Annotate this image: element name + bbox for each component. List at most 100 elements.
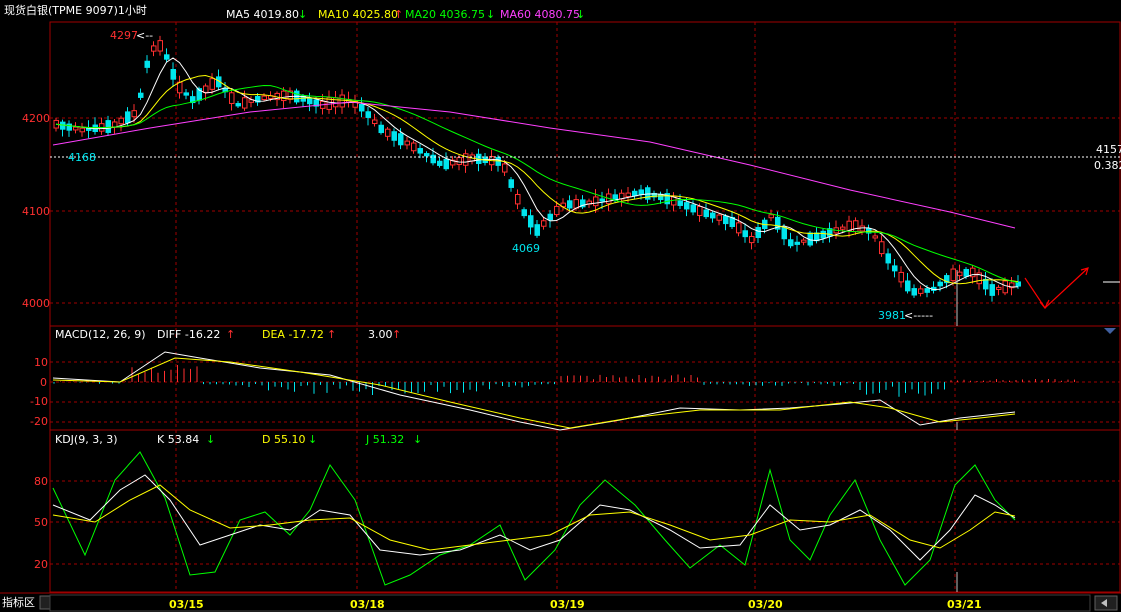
- candle-body: [144, 60, 150, 68]
- low-3981-label: 3981: [878, 309, 906, 322]
- kdj-d-label: D 55.10: [262, 433, 305, 446]
- candle-body: [593, 196, 599, 207]
- candle-body: [918, 288, 924, 294]
- kdj-tick-50: 50: [34, 516, 48, 529]
- candle-body: [534, 224, 540, 236]
- candle-body: [898, 271, 904, 283]
- candle-body: [170, 69, 176, 80]
- candle-body: [385, 128, 391, 137]
- candle-body: [378, 124, 384, 134]
- time-label-0318: 03/18: [350, 598, 385, 611]
- candle-body: [905, 280, 911, 292]
- candle-body: [424, 153, 430, 157]
- macd-dea-label: DEA -17.72: [262, 328, 324, 341]
- candle-body: [840, 226, 846, 230]
- kdj-tick-80: 80: [34, 475, 48, 488]
- kdj-k-line: [52, 474, 1016, 561]
- candle-body: [703, 209, 709, 218]
- candle-body: [125, 111, 131, 124]
- candle-body: [950, 268, 956, 282]
- candle-body: [66, 123, 72, 131]
- candle-body: [515, 193, 521, 205]
- time-label-0320: 03/20: [748, 598, 783, 611]
- candle-body: [755, 227, 761, 238]
- candle-body: [391, 131, 397, 141]
- macd-panel: [49, 325, 1121, 431]
- ma60-line: [52, 101, 1016, 229]
- candle-body: [820, 230, 826, 239]
- macd-tick-minus10: -10: [30, 395, 48, 408]
- macd-diff-label: DIFF -16.22: [157, 328, 220, 341]
- candle-body: [853, 220, 859, 233]
- ma5-arrow-icon: ↓: [298, 8, 307, 21]
- candle-body: [118, 117, 124, 125]
- candle-body: [157, 40, 163, 52]
- candle-body: [359, 104, 365, 112]
- candle-body: [554, 205, 560, 216]
- candle-body: [814, 232, 820, 242]
- candle-body: [885, 253, 891, 264]
- candle-body: [183, 92, 189, 96]
- fib-ratio-label: 0.382: [1094, 159, 1121, 172]
- macd-diff-line: [52, 351, 1016, 431]
- candle-body: [164, 54, 170, 60]
- kdj-k-label: K 53.84: [157, 433, 199, 446]
- candle-body: [430, 154, 436, 164]
- candle-body: [957, 271, 963, 277]
- candle-body: [437, 160, 443, 166]
- panel-dropdown-icon[interactable]: [1104, 328, 1116, 334]
- macd-diff-arrow-icon: ↑: [226, 328, 235, 341]
- candle-body: [502, 163, 508, 173]
- price-tick-4200: 4200: [22, 112, 50, 125]
- candle-body: [372, 119, 378, 125]
- macd-histogram: [53, 364, 1075, 397]
- candle-body: [723, 215, 729, 225]
- kdj-j-label: J 51.32: [365, 433, 404, 446]
- candle-body: [404, 140, 410, 146]
- candle-body: [398, 133, 404, 146]
- candle-body: [307, 97, 313, 105]
- candle-body: [138, 92, 144, 98]
- macd-title: MACD(12, 26, 9): [55, 328, 146, 341]
- chart-canvas[interactable]: 现货白银(TPME 9097)1小时 MA5 4019.80 ↓ MA10 40…: [0, 0, 1121, 612]
- candle-body: [456, 157, 462, 165]
- candle-body: [60, 121, 66, 130]
- candle-body: [521, 209, 527, 217]
- candle-body: [151, 45, 157, 52]
- tab-scroll-button[interactable]: [39, 595, 51, 610]
- candle-body: [716, 214, 722, 221]
- candle-body: [339, 94, 345, 108]
- forecast-arrows: [1024, 267, 1089, 310]
- kdj-lines: [52, 270, 1016, 592]
- candle-body: [963, 268, 969, 277]
- candle-body: [879, 241, 885, 255]
- high-marker-icon: <--: [136, 29, 153, 42]
- candle-body: [690, 204, 696, 213]
- candle-body: [801, 239, 807, 243]
- macd-value-label: 3.00: [368, 328, 393, 341]
- candle-body: [625, 192, 631, 198]
- candle-body: [203, 85, 209, 93]
- candle-body: [443, 158, 449, 170]
- indicator-tab[interactable]: 指标区: [2, 595, 35, 609]
- candle-body: [996, 286, 1002, 290]
- candle-body: [658, 193, 664, 201]
- candle-body: [463, 153, 469, 166]
- candle-body: [261, 95, 267, 100]
- ma5-label: MA5 4019.80: [226, 8, 299, 21]
- low-4069-label: 4069: [512, 242, 540, 255]
- candle-body: [781, 226, 787, 240]
- chart-title: 现货白银(TPME 9097)1小时: [4, 3, 147, 17]
- time-label-0321: 03/21: [947, 598, 982, 611]
- macd-tick-minus20: -20: [30, 415, 48, 428]
- kdj-tick-20: 20: [34, 558, 48, 571]
- candle-body: [989, 284, 995, 296]
- candle-body: [697, 206, 703, 216]
- candle-body: [638, 189, 644, 195]
- kdj-panel: [49, 429, 1121, 593]
- grid-lines: [50, 22, 1120, 592]
- candle-body: [365, 111, 371, 118]
- candle-body: [892, 265, 898, 272]
- kdj-d-arrow-icon: ↓: [308, 433, 317, 446]
- candle-body: [632, 190, 638, 197]
